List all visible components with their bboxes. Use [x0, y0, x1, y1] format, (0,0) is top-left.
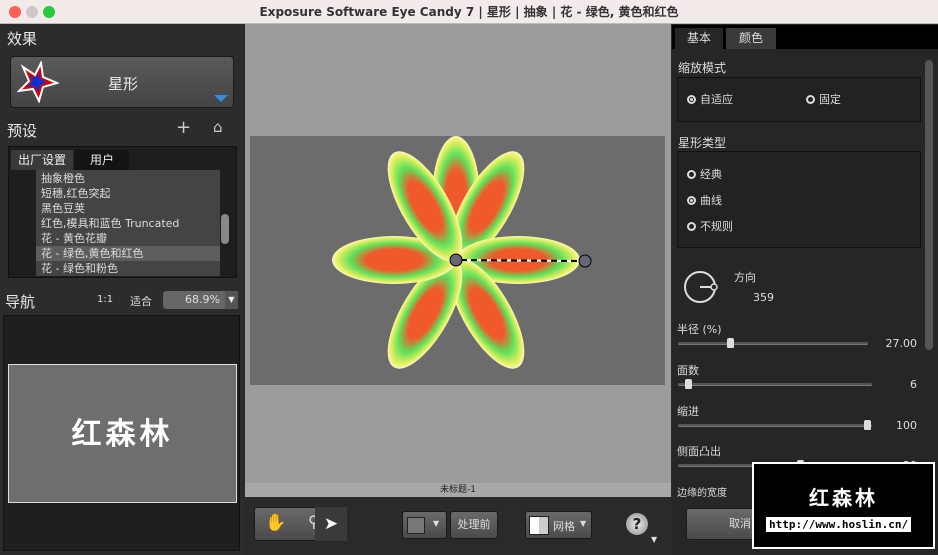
slider-value: 6: [910, 378, 917, 391]
center-handle: [449, 253, 463, 267]
radio-curve[interactable]: 曲线: [687, 192, 722, 208]
list-item[interactable]: 花 - 绿色和粉色: [36, 261, 220, 276]
slider-track[interactable]: [678, 379, 872, 389]
right-scrollbar[interactable]: [925, 60, 933, 350]
title-bar: Exposure Software Eye Candy 7 | 星形 | 抽象 …: [0, 0, 938, 24]
list-item[interactable]: 红色,模具和蓝色 Truncated: [36, 216, 220, 231]
flower-star-preview: [332, 136, 592, 380]
close-window-button[interactable]: [9, 6, 21, 18]
preset-scrollbar[interactable]: [221, 214, 229, 244]
image-canvas[interactable]: [250, 136, 665, 385]
radio-fixed[interactable]: 固定: [806, 91, 841, 107]
zoom-field[interactable]: 68.9%: [163, 291, 225, 309]
direction-label: 方向: [734, 271, 756, 284]
fit-button[interactable]: 适合: [130, 293, 152, 309]
list-item-selected[interactable]: 花 - 绿色,黄色和红色: [36, 246, 220, 261]
zoom-window-button[interactable]: [43, 6, 55, 18]
tab-factory[interactable]: 出厂设置: [11, 150, 73, 170]
scale-mode-label: 缩放模式: [678, 61, 727, 75]
grid-label: 网格: [553, 520, 575, 533]
presets-heading: 预设: [7, 122, 38, 140]
minimize-window-button[interactable]: [26, 6, 38, 18]
square-icon: [407, 517, 425, 534]
star-type-label: 星形类型: [678, 136, 727, 150]
radio-adaptive[interactable]: 自适应: [687, 91, 733, 107]
slider-label: 缩进: [677, 405, 699, 418]
direction-value: 359: [753, 291, 774, 304]
watermark-url: http://www.hoslin.cn/: [765, 516, 913, 533]
direction-dial[interactable]: [683, 269, 723, 305]
chevron-down-icon: ▼: [580, 519, 587, 528]
hand-tool-icon[interactable]: ✋: [265, 513, 286, 533]
slider-label: 半径 (%): [677, 323, 722, 336]
radio-irregular[interactable]: 不规则: [687, 218, 733, 234]
slider-value: 27.00: [885, 337, 918, 350]
effect-name: 星形: [107, 75, 138, 93]
document-caption: 未标题-1: [245, 483, 671, 497]
slider-label: 侧面凸出: [677, 445, 721, 458]
slider-label: 面数: [677, 364, 699, 377]
nav-heading: 导航: [5, 293, 36, 311]
direction-handle: [578, 254, 592, 268]
slider-track[interactable]: [678, 338, 868, 348]
slider-value: 100: [896, 419, 917, 432]
help-button[interactable]: ?: [626, 513, 648, 535]
list-item[interactable]: 花 - 黄色花瓣: [36, 231, 220, 246]
list-item[interactable]: 抽象橙色: [36, 171, 220, 186]
radio-classic[interactable]: 经典: [687, 166, 722, 182]
zoom-dropdown[interactable]: ▼: [225, 291, 238, 309]
help-dropdown-icon[interactable]: ▼: [651, 535, 657, 544]
one-to-one-button[interactable]: 1:1: [97, 294, 113, 305]
preset-list: 抽象橙色 短穗,红色突起 黑色豆荚 红色,模具和蓝色 Truncated 花 -…: [36, 170, 220, 276]
grid-button[interactable]: 网格 ▼: [525, 511, 592, 539]
effect-selector[interactable]: 星形: [10, 56, 234, 108]
before-button[interactable]: 处理前: [450, 511, 498, 539]
chevron-down-icon: ▼: [433, 519, 440, 528]
add-preset-button[interactable]: +: [176, 117, 191, 138]
bottom-toolbar: ✋ ⚲ ➤ ▼ 处理前 网格 ▼ ? ▼: [245, 497, 671, 555]
slider-thumb[interactable]: [685, 379, 693, 389]
slider-track[interactable]: [678, 420, 872, 430]
effect-heading: 效果: [7, 30, 38, 48]
watermark: 红森林: [752, 462, 935, 549]
list-item[interactable]: 短穗,红色突起: [36, 186, 220, 201]
navigator-preview[interactable]: 红森林: [8, 364, 237, 503]
list-item[interactable]: 黑色豆荚: [36, 201, 220, 216]
slider-thumb[interactable]: [727, 338, 735, 348]
tab-user[interactable]: 用户: [75, 150, 129, 170]
home-icon[interactable]: ⌂: [213, 118, 223, 136]
tab-basic[interactable]: 基本: [675, 28, 723, 49]
before-view-toggle[interactable]: ▼: [402, 511, 447, 539]
checker-icon: [529, 516, 549, 535]
watermark-title: 红森林: [809, 486, 878, 510]
select-tool-icon[interactable]: ➤: [315, 507, 347, 541]
dropdown-triangle-icon: [214, 95, 228, 102]
window-title: Exposure Software Eye Candy 7 | 星形 | 抽象 …: [259, 5, 679, 19]
tab-color[interactable]: 颜色: [726, 28, 776, 49]
edge-width-label: 边缘的宽度: [677, 488, 727, 499]
